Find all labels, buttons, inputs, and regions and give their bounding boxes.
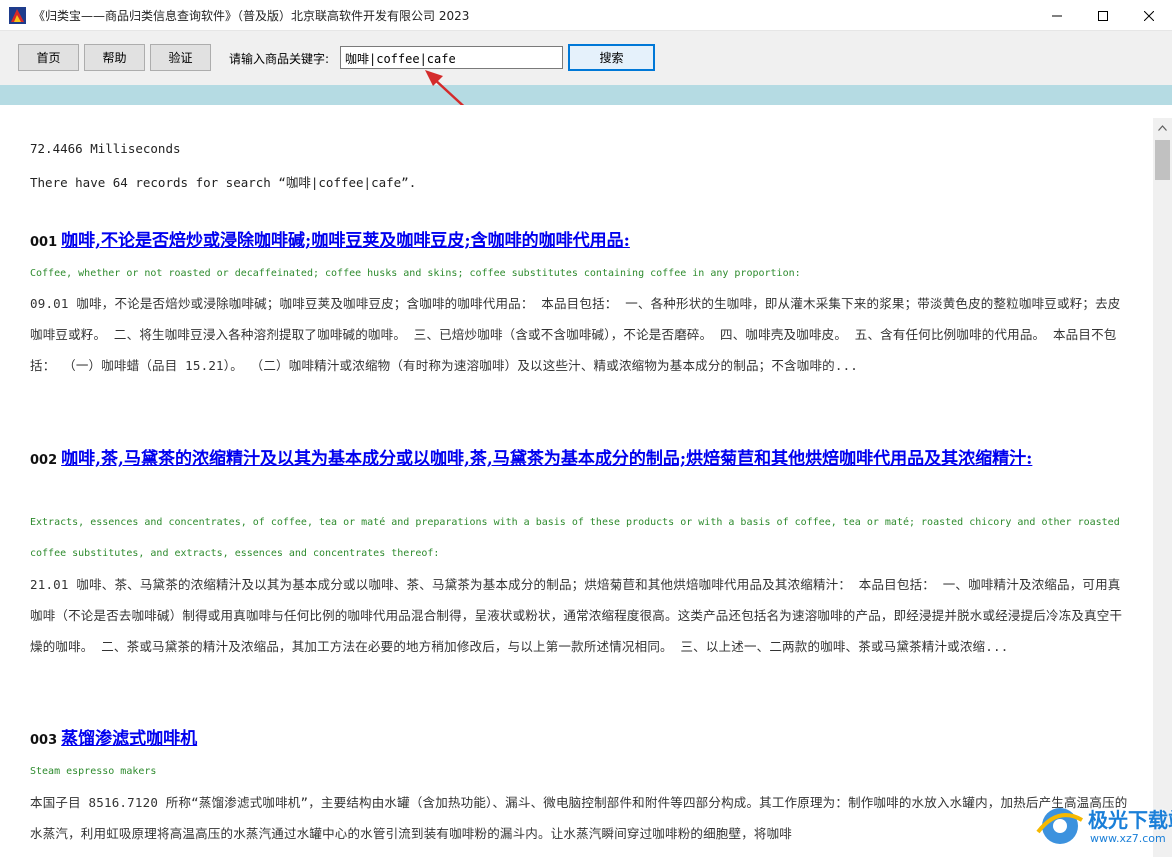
search-summary: There have 64 records for search “咖啡|cof… bbox=[30, 175, 417, 190]
vertical-scrollbar[interactable] bbox=[1153, 118, 1172, 857]
scroll-thumb[interactable] bbox=[1155, 140, 1170, 180]
result-title-002: 002 咖啡,茶,马黛茶的浓缩精汁及以其为基本成分或以咖啡,茶,马黛茶为基本成分的… bbox=[30, 446, 1130, 474]
app-logo-icon bbox=[9, 7, 26, 24]
minimize-icon bbox=[1052, 15, 1062, 16]
result-english: Coffee, whether or not roasted or decaff… bbox=[30, 268, 801, 279]
result-description: 09.01 咖啡，不论是否焙炒或浸除咖啡碱；咖啡豆荚及咖啡豆皮；含咖啡的咖啡代用… bbox=[30, 296, 1121, 373]
result-link[interactable]: 蒸馏渗滤式咖啡机 bbox=[61, 729, 197, 749]
search-input[interactable]: 咖啡|coffee|cafe bbox=[340, 46, 563, 69]
maximize-button[interactable] bbox=[1080, 0, 1126, 31]
window-title: 《归类宝——商品归类信息查询软件》（普及版）北京联高软件开发有限公司 2023 bbox=[33, 9, 470, 23]
result-english: Steam espresso makers bbox=[30, 766, 157, 777]
search-button[interactable]: 搜索 bbox=[568, 44, 655, 71]
verify-button[interactable]: 验证 bbox=[150, 44, 211, 71]
result-english: Extracts, essences and concentrates, of … bbox=[30, 517, 1120, 559]
result-title-003: 003 蒸馏渗滤式咖啡机 bbox=[30, 726, 1130, 754]
result-description: 21.01 咖啡、茶、马黛茶的浓缩精汁及以其为基本成分或以咖啡、茶、马黛茶为基本… bbox=[30, 577, 1123, 654]
scroll-up-button[interactable] bbox=[1153, 118, 1172, 137]
status-strip bbox=[0, 85, 1172, 105]
result-number: 003 bbox=[30, 733, 58, 748]
result-link[interactable]: 咖啡,不论是否焙炒或浸除咖啡碱;咖啡豆荚及咖啡豆皮;含咖啡的咖啡代用品: bbox=[61, 231, 630, 251]
result-title-001: 001 咖啡,不论是否焙炒或浸除咖啡碱;咖啡豆荚及咖啡豆皮;含咖啡的咖啡代用品: bbox=[30, 228, 1130, 256]
result-number: 001 bbox=[30, 235, 58, 250]
search-time: 72.4466 Milliseconds bbox=[30, 141, 181, 156]
result-description: 本国子目 8516.7120 所称“蒸馏渗滤式咖啡机”，主要结构由水罐（含加热功… bbox=[30, 795, 1128, 841]
toolbar: 首页 帮助 验证 请输入商品关键字: 咖啡|coffee|cafe 搜索 bbox=[0, 31, 1172, 85]
close-icon bbox=[1144, 10, 1154, 21]
results-panel: 72.4466 Milliseconds There have 64 recor… bbox=[0, 105, 1153, 857]
minimize-button[interactable] bbox=[1034, 0, 1080, 31]
maximize-icon bbox=[1098, 10, 1108, 21]
search-label: 请输入商品关键字: bbox=[229, 52, 330, 66]
help-button[interactable]: 帮助 bbox=[84, 44, 145, 71]
title-bar: 《归类宝——商品归类信息查询软件》（普及版）北京联高软件开发有限公司 2023 bbox=[0, 0, 1172, 31]
chevron-up-icon bbox=[1158, 124, 1167, 131]
result-number: 002 bbox=[30, 453, 58, 468]
home-button[interactable]: 首页 bbox=[18, 44, 79, 71]
close-button[interactable] bbox=[1126, 0, 1172, 31]
result-link[interactable]: 咖啡,茶,马黛茶的浓缩精汁及以其为基本成分或以咖啡,茶,马黛茶为基本成分的制品;… bbox=[61, 449, 1032, 469]
